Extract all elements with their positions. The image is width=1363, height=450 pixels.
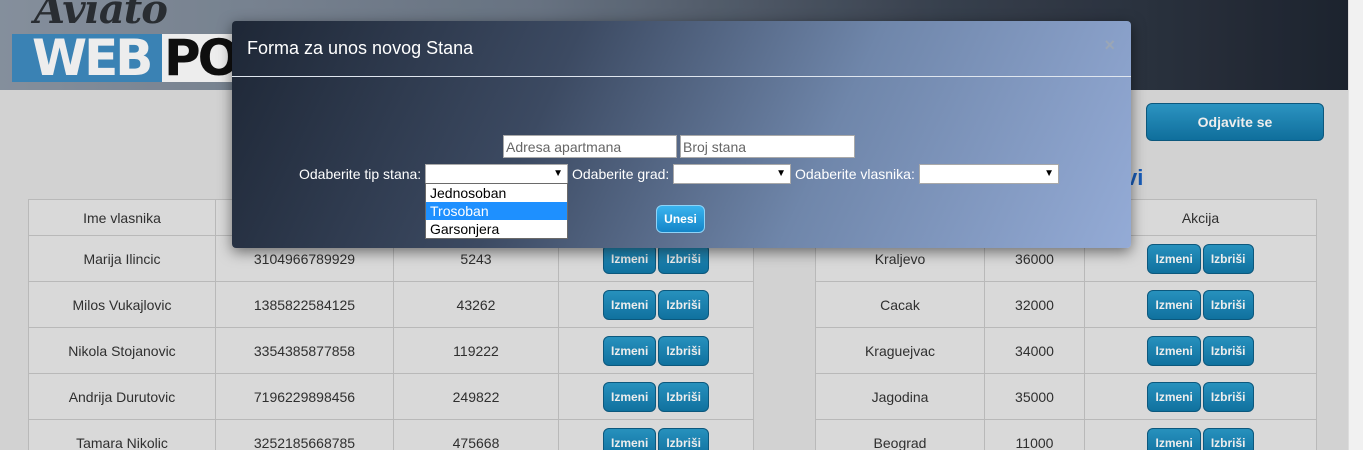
- dropdown-option[interactable]: Garsonjera: [426, 220, 567, 238]
- owner-label: Odaberite vlasnika:: [795, 166, 915, 182]
- apartment-number-input[interactable]: [680, 135, 855, 158]
- vertical-scrollbar[interactable]: [1348, 0, 1363, 450]
- type-select[interactable]: ▼: [425, 164, 568, 184]
- dropdown-arrow-icon: ▼: [1044, 168, 1054, 179]
- dropdown-arrow-icon: ▼: [776, 168, 786, 179]
- dropdown-arrow-icon: ▼: [553, 168, 563, 179]
- owner-select[interactable]: ▼: [919, 164, 1059, 184]
- address-input[interactable]: [503, 135, 677, 158]
- new-apartment-modal: Forma za unos novog Stana × Odaberite ti…: [232, 21, 1131, 248]
- dropdown-option-highlighted[interactable]: Trosoban: [426, 202, 567, 220]
- type-dropdown-list: Jednosoban Trosoban Garsonjera: [425, 183, 568, 239]
- close-icon[interactable]: ×: [1104, 35, 1115, 56]
- modal-divider: [232, 76, 1131, 77]
- type-label: Odaberite tip stana:: [299, 166, 422, 182]
- modal-title: Forma za unos novog Stana: [247, 38, 474, 58]
- city-select[interactable]: ▼: [673, 164, 791, 184]
- dropdown-option[interactable]: Jednosoban: [426, 184, 567, 202]
- submit-button[interactable]: Unesi: [656, 205, 705, 233]
- city-label: Odaberite grad:: [572, 166, 670, 182]
